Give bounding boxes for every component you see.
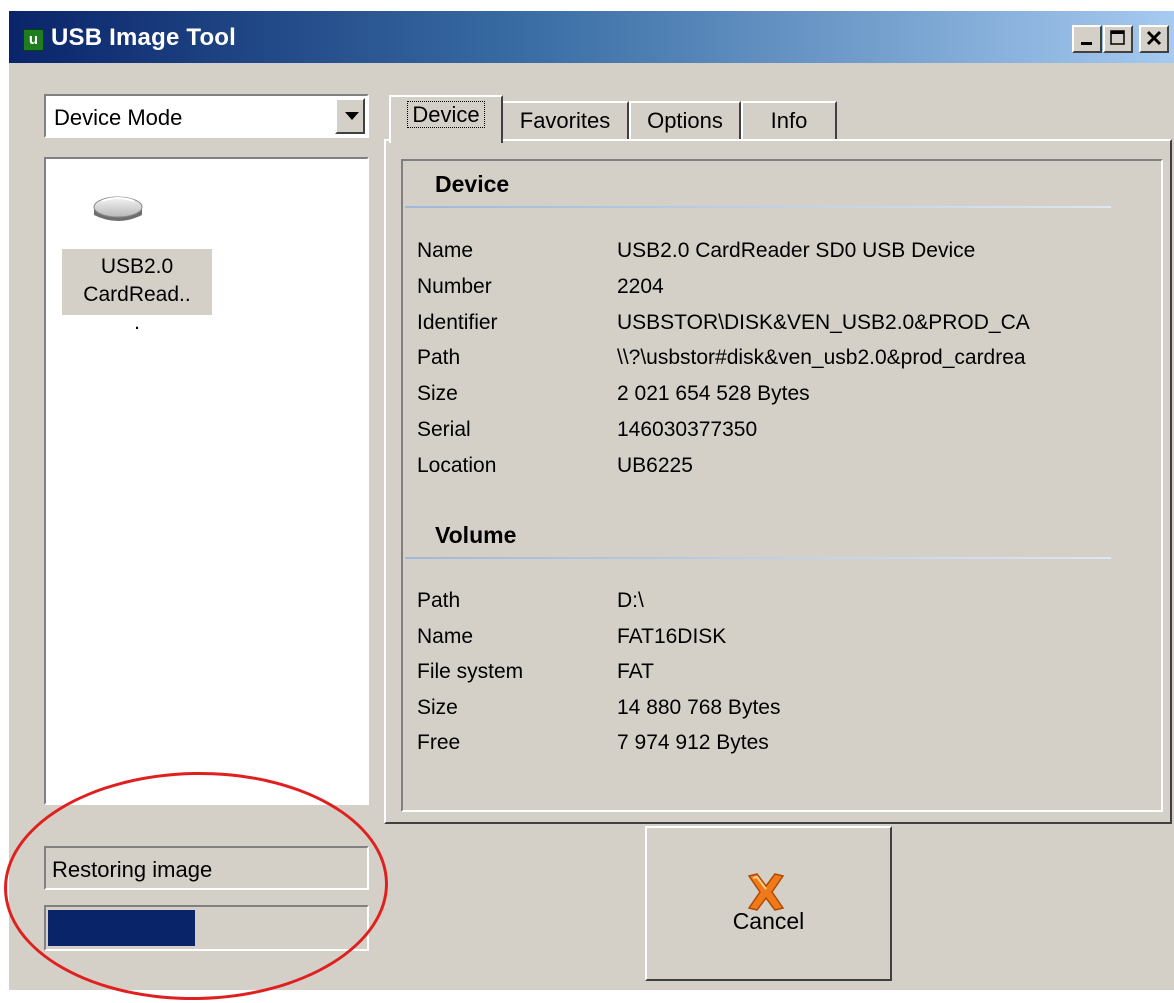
tab-strip: Device Favorites Options Info	[389, 95, 839, 143]
maximize-icon	[1110, 30, 1125, 45]
status-text: Restoring image	[52, 857, 213, 882]
tab-device[interactable]: Device	[389, 95, 503, 143]
property-value: 14 880 768 Bytes	[617, 695, 781, 719]
cancel-x-icon	[747, 873, 785, 911]
property-value: USBSTOR\DISK&VEN_USB2.0&PROD_CA	[617, 310, 1030, 334]
close-icon	[1146, 30, 1162, 46]
cancel-label: Cancel	[732, 908, 805, 934]
volume-section-divider	[405, 557, 1111, 559]
property-value: FAT16DISK	[617, 624, 727, 648]
device-section-title: Device	[435, 171, 510, 197]
maximize-button[interactable]	[1103, 25, 1133, 53]
property-value: USB2.0 CardReader SD0 USB Device	[617, 239, 976, 262]
title-bar[interactable]: u USB Image Tool	[9, 11, 1174, 63]
chevron-down-icon[interactable]	[335, 98, 365, 134]
progress-fill	[48, 910, 195, 946]
property-key: Path	[417, 346, 461, 370]
progress-bar	[44, 905, 369, 951]
minimize-icon	[1081, 42, 1092, 45]
tab-info[interactable]: Info	[741, 101, 837, 141]
device-section-divider	[405, 206, 1111, 208]
app-logo-icon: u	[23, 29, 44, 51]
cancel-button[interactable]: Cancel	[645, 826, 892, 981]
device-list[interactable]: USB2.0 CardRead...	[44, 157, 369, 805]
status-field: Restoring image	[44, 846, 369, 890]
mode-select-value: Device Mode	[54, 105, 183, 130]
app-window: u USB Image Tool Device Mode USB2.0 Card…	[8, 10, 1174, 990]
property-key: Serial	[417, 418, 471, 441]
property-value: D:\	[617, 589, 644, 612]
property-value: FAT	[617, 660, 654, 684]
property-value: UB6225	[617, 453, 693, 477]
property-key: File system	[417, 660, 524, 684]
tab-favorites[interactable]: Favorites	[501, 101, 629, 141]
tab-panel-device: Device Name USB2.0 CardReader SD0 USB Dev…	[384, 139, 1172, 824]
property-key: Free	[417, 731, 461, 755]
property-key: Name	[417, 239, 474, 262]
minimize-button[interactable]	[1072, 25, 1102, 53]
close-button[interactable]	[1139, 25, 1169, 53]
property-key: Identifier	[417, 310, 498, 334]
property-value: 7 974 912 Bytes	[617, 731, 769, 755]
device-list-item[interactable]: USB2.0 CardRead...	[62, 179, 212, 334]
property-key: Name	[417, 624, 474, 648]
property-key: Size	[417, 695, 458, 719]
mode-select[interactable]: Device Mode	[44, 94, 369, 138]
property-key: Size	[417, 382, 458, 406]
property-value: 2 021 654 528 Bytes	[617, 382, 810, 406]
window-title: USB Image Tool	[51, 24, 237, 51]
tab-options[interactable]: Options	[629, 101, 741, 141]
property-value: 2204	[617, 274, 664, 298]
device-list-item-label: USB2.0 CardRead...	[62, 249, 212, 334]
property-key: Path	[417, 589, 461, 612]
property-value: 146030377350	[617, 418, 758, 441]
drive-icon	[93, 196, 143, 221]
property-key: Location	[417, 453, 497, 477]
volume-section-title: Volume	[435, 522, 517, 548]
property-key: Number	[417, 274, 492, 298]
property-value: \\?\usbstor#disk&ven_usb2.0&prod_cardrea	[617, 346, 1026, 370]
device-info-box: Device Name USB2.0 CardReader SD0 USB Dev…	[401, 159, 1163, 812]
